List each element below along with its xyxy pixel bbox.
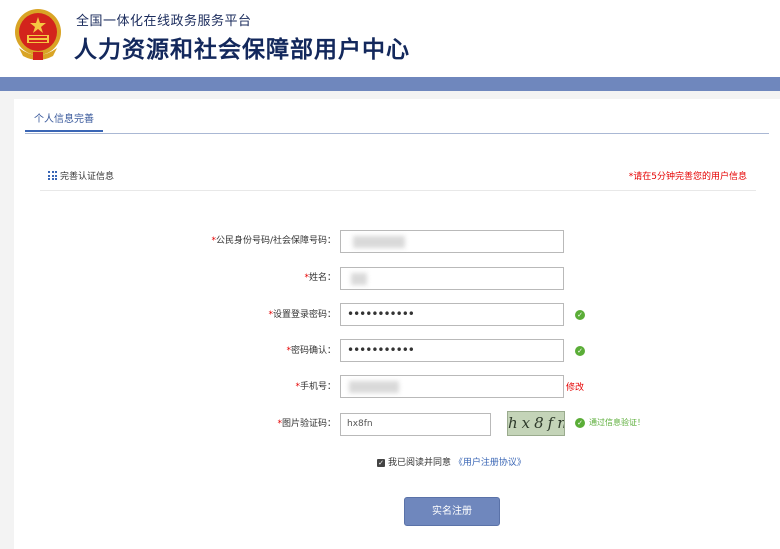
phone-label: *手机号： [295,382,336,392]
header-bar [0,77,780,91]
platform-subtitle: 全国一体化在线政务服务平台 [76,14,252,29]
agreement-checkbox[interactable]: ✓ [377,458,385,467]
agreement-link[interactable]: 《用户注册协议》 [454,458,526,468]
section-divider [40,190,756,191]
id-number-label: *公民身份号码/社会保障号码： [211,236,336,246]
modify-phone-link[interactable]: 修改 [566,380,584,393]
confirm-password-label: *密码确认： [286,346,336,356]
password-label: *设置登录密码： [268,310,336,320]
check-icon: ✓ [575,346,585,356]
redacted-value [353,236,405,248]
check-icon: ✓ [575,418,585,428]
check-icon: ✓ [575,310,585,320]
captcha-pass-text: 通过信息验证！ [589,418,645,427]
captcha-image[interactable]: hx8fn [507,411,565,436]
section-title: 完善认证信息 [60,172,115,182]
submit-button[interactable]: 实名注册 [404,497,500,526]
agreement-text: 我已阅读并同意 [388,458,452,468]
national-emblem-logo [15,9,61,60]
captcha-input[interactable]: hx8fn [340,413,491,436]
redacted-value [351,273,367,285]
name-input[interactable] [340,267,564,290]
password-input[interactable]: ••••••••••• [340,303,564,326]
tab-divider [25,133,769,134]
agreement: ✓ 我已阅读并同意 《用户注册协议》 [377,455,526,468]
name-label: *姓名： [304,273,336,283]
phone-input[interactable] [340,375,564,398]
tab-personal-info[interactable]: 个人信息完善 [25,112,103,132]
captcha-label: *图片验证码： [277,419,336,429]
confirm-password-input[interactable]: ••••••••••• [340,339,564,362]
time-warning: *请在5分钟完善您的用户信息 [628,172,747,182]
site-title: 人力资源和社会保障部用户中心 [74,37,410,63]
redacted-value [349,381,399,393]
header: 全国一体化在线政务服务平台 人力资源和社会保障部用户中心 [0,0,780,77]
id-number-input[interactable] [340,230,564,253]
grid-icon [48,171,57,180]
